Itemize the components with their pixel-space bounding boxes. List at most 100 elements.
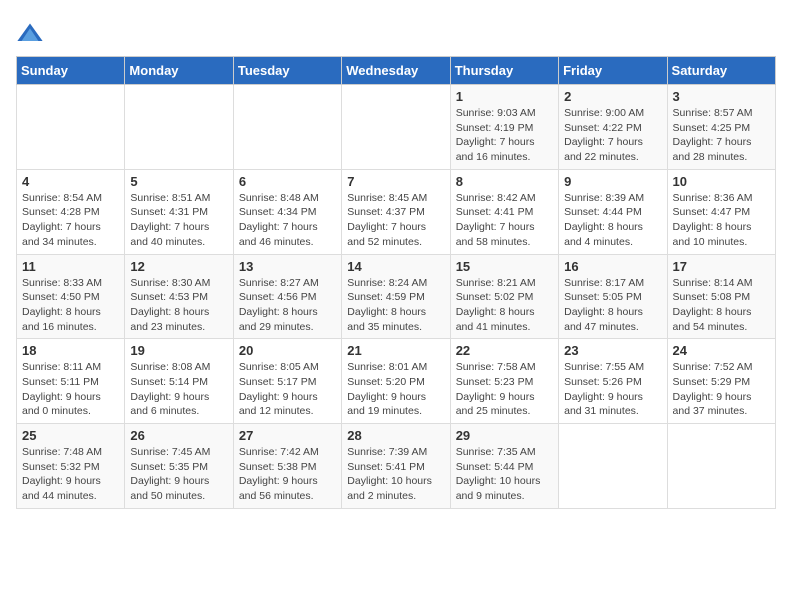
day-cell: 7 Sunrise: 8:45 AMSunset: 4:37 PMDaylight… <box>342 169 450 254</box>
day-cell: 6 Sunrise: 8:48 AMSunset: 4:34 PMDaylight… <box>233 169 341 254</box>
day-cell <box>342 85 450 170</box>
day-cell: 22Sunrise: 7:58 AMSunset: 5:23 PMDayligh… <box>450 339 558 424</box>
day-cell: 2 Sunrise: 9:00 AMSunset: 4:22 PMDaylight… <box>559 85 667 170</box>
day-number: 6 <box>239 174 336 189</box>
day-info: Sunrise: 8:24 AMSunset: 4:59 PMDaylight:… <box>347 276 444 335</box>
day-number: 28 <box>347 428 444 443</box>
day-cell: 21Sunrise: 8:01 AMSunset: 5:20 PMDayligh… <box>342 339 450 424</box>
logo-icon <box>16 20 44 48</box>
week-row-2: 11 Sunrise: 8:33 AMSunset: 4:50 PMDayligh… <box>17 254 776 339</box>
day-cell: 18 Sunrise: 8:11 AMSunset: 5:11 PMDayligh… <box>17 339 125 424</box>
day-number: 13 <box>239 259 336 274</box>
day-info: Sunrise: 8:30 AMSunset: 4:53 PMDaylight:… <box>130 276 227 335</box>
page-header <box>16 16 776 48</box>
day-info: Sunrise: 8:39 AMSunset: 4:44 PMDaylight:… <box>564 191 661 250</box>
day-cell: 14 Sunrise: 8:24 AMSunset: 4:59 PMDayligh… <box>342 254 450 339</box>
day-cell <box>125 85 233 170</box>
day-info: Sunrise: 8:11 AMSunset: 5:11 PMDaylight:… <box>22 360 119 419</box>
day-info: Sunrise: 7:52 AMSunset: 5:29 PMDaylight:… <box>673 360 770 419</box>
day-info: Sunrise: 8:54 AMSunset: 4:28 PMDaylight:… <box>22 191 119 250</box>
day-info: Sunrise: 7:39 AMSunset: 5:41 PMDaylight:… <box>347 445 444 504</box>
day-number: 7 <box>347 174 444 189</box>
day-cell: 3 Sunrise: 8:57 AMSunset: 4:25 PMDaylight… <box>667 85 775 170</box>
day-info: Sunrise: 7:48 AMSunset: 5:32 PMDaylight:… <box>22 445 119 504</box>
day-cell <box>233 85 341 170</box>
day-cell: 25 Sunrise: 7:48 AMSunset: 5:32 PMDayligh… <box>17 424 125 509</box>
day-cell: 8 Sunrise: 8:42 AMSunset: 4:41 PMDaylight… <box>450 169 558 254</box>
day-number: 11 <box>22 259 119 274</box>
day-number: 14 <box>347 259 444 274</box>
day-number: 27 <box>239 428 336 443</box>
day-info: Sunrise: 8:21 AMSunset: 5:02 PMDaylight:… <box>456 276 553 335</box>
day-cell <box>559 424 667 509</box>
day-info: Sunrise: 8:45 AMSunset: 4:37 PMDaylight:… <box>347 191 444 250</box>
day-info: Sunrise: 7:42 AMSunset: 5:38 PMDaylight:… <box>239 445 336 504</box>
day-cell: 26 Sunrise: 7:45 AMSunset: 5:35 PMDayligh… <box>125 424 233 509</box>
day-cell: 16Sunrise: 8:17 AMSunset: 5:05 PMDayligh… <box>559 254 667 339</box>
day-cell: 17Sunrise: 8:14 AMSunset: 5:08 PMDayligh… <box>667 254 775 339</box>
day-info: Sunrise: 7:35 AMSunset: 5:44 PMDaylight:… <box>456 445 553 504</box>
day-number: 25 <box>22 428 119 443</box>
day-number: 1 <box>456 89 553 104</box>
header-row: SundayMondayTuesdayWednesdayThursdayFrid… <box>17 57 776 85</box>
day-number: 22 <box>456 343 553 358</box>
day-info: Sunrise: 8:57 AMSunset: 4:25 PMDaylight:… <box>673 106 770 165</box>
day-cell: 1Sunrise: 9:03 AMSunset: 4:19 PMDaylight… <box>450 85 558 170</box>
day-number: 8 <box>456 174 553 189</box>
day-cell: 20 Sunrise: 8:05 AMSunset: 5:17 PMDayligh… <box>233 339 341 424</box>
day-number: 19 <box>130 343 227 358</box>
day-number: 17 <box>673 259 770 274</box>
day-cell: 12 Sunrise: 8:30 AMSunset: 4:53 PMDayligh… <box>125 254 233 339</box>
day-number: 9 <box>564 174 661 189</box>
day-cell: 28 Sunrise: 7:39 AMSunset: 5:41 PMDayligh… <box>342 424 450 509</box>
header-friday: Friday <box>559 57 667 85</box>
day-info: Sunrise: 8:27 AMSunset: 4:56 PMDaylight:… <box>239 276 336 335</box>
header-saturday: Saturday <box>667 57 775 85</box>
day-cell: 15 Sunrise: 8:21 AMSunset: 5:02 PMDayligh… <box>450 254 558 339</box>
day-info: Sunrise: 8:36 AMSunset: 4:47 PMDaylight:… <box>673 191 770 250</box>
week-row-3: 18 Sunrise: 8:11 AMSunset: 5:11 PMDayligh… <box>17 339 776 424</box>
day-info: Sunrise: 8:08 AMSunset: 5:14 PMDaylight:… <box>130 360 227 419</box>
day-cell: 5 Sunrise: 8:51 AMSunset: 4:31 PMDaylight… <box>125 169 233 254</box>
day-info: Sunrise: 8:42 AMSunset: 4:41 PMDaylight:… <box>456 191 553 250</box>
day-info: Sunrise: 7:45 AMSunset: 5:35 PMDaylight:… <box>130 445 227 504</box>
day-number: 26 <box>130 428 227 443</box>
day-number: 12 <box>130 259 227 274</box>
day-number: 29 <box>456 428 553 443</box>
day-info: Sunrise: 8:51 AMSunset: 4:31 PMDaylight:… <box>130 191 227 250</box>
day-info: Sunrise: 8:48 AMSunset: 4:34 PMDaylight:… <box>239 191 336 250</box>
day-cell: 13 Sunrise: 8:27 AMSunset: 4:56 PMDayligh… <box>233 254 341 339</box>
header-wednesday: Wednesday <box>342 57 450 85</box>
week-row-0: 1Sunrise: 9:03 AMSunset: 4:19 PMDaylight… <box>17 85 776 170</box>
day-cell: 27 Sunrise: 7:42 AMSunset: 5:38 PMDayligh… <box>233 424 341 509</box>
header-sunday: Sunday <box>17 57 125 85</box>
day-cell: 19 Sunrise: 8:08 AMSunset: 5:14 PMDayligh… <box>125 339 233 424</box>
day-number: 15 <box>456 259 553 274</box>
day-number: 20 <box>239 343 336 358</box>
day-info: Sunrise: 7:55 AMSunset: 5:26 PMDaylight:… <box>564 360 661 419</box>
day-number: 21 <box>347 343 444 358</box>
day-cell: 10 Sunrise: 8:36 AMSunset: 4:47 PMDayligh… <box>667 169 775 254</box>
day-cell <box>667 424 775 509</box>
day-number: 18 <box>22 343 119 358</box>
day-number: 4 <box>22 174 119 189</box>
header-thursday: Thursday <box>450 57 558 85</box>
week-row-4: 25 Sunrise: 7:48 AMSunset: 5:32 PMDayligh… <box>17 424 776 509</box>
day-info: Sunrise: 9:00 AMSunset: 4:22 PMDaylight:… <box>564 106 661 165</box>
day-info: Sunrise: 8:17 AMSunset: 5:05 PMDaylight:… <box>564 276 661 335</box>
week-row-1: 4 Sunrise: 8:54 AMSunset: 4:28 PMDaylight… <box>17 169 776 254</box>
day-number: 3 <box>673 89 770 104</box>
day-number: 10 <box>673 174 770 189</box>
day-cell: 24Sunrise: 7:52 AMSunset: 5:29 PMDayligh… <box>667 339 775 424</box>
day-cell: 4 Sunrise: 8:54 AMSunset: 4:28 PMDaylight… <box>17 169 125 254</box>
day-info: Sunrise: 8:33 AMSunset: 4:50 PMDaylight:… <box>22 276 119 335</box>
day-cell: 29 Sunrise: 7:35 AMSunset: 5:44 PMDayligh… <box>450 424 558 509</box>
day-number: 2 <box>564 89 661 104</box>
day-number: 5 <box>130 174 227 189</box>
logo <box>16 20 48 48</box>
day-cell: 11 Sunrise: 8:33 AMSunset: 4:50 PMDayligh… <box>17 254 125 339</box>
day-cell <box>17 85 125 170</box>
day-cell: 9 Sunrise: 8:39 AMSunset: 4:44 PMDaylight… <box>559 169 667 254</box>
day-info: Sunrise: 8:05 AMSunset: 5:17 PMDaylight:… <box>239 360 336 419</box>
day-number: 23 <box>564 343 661 358</box>
